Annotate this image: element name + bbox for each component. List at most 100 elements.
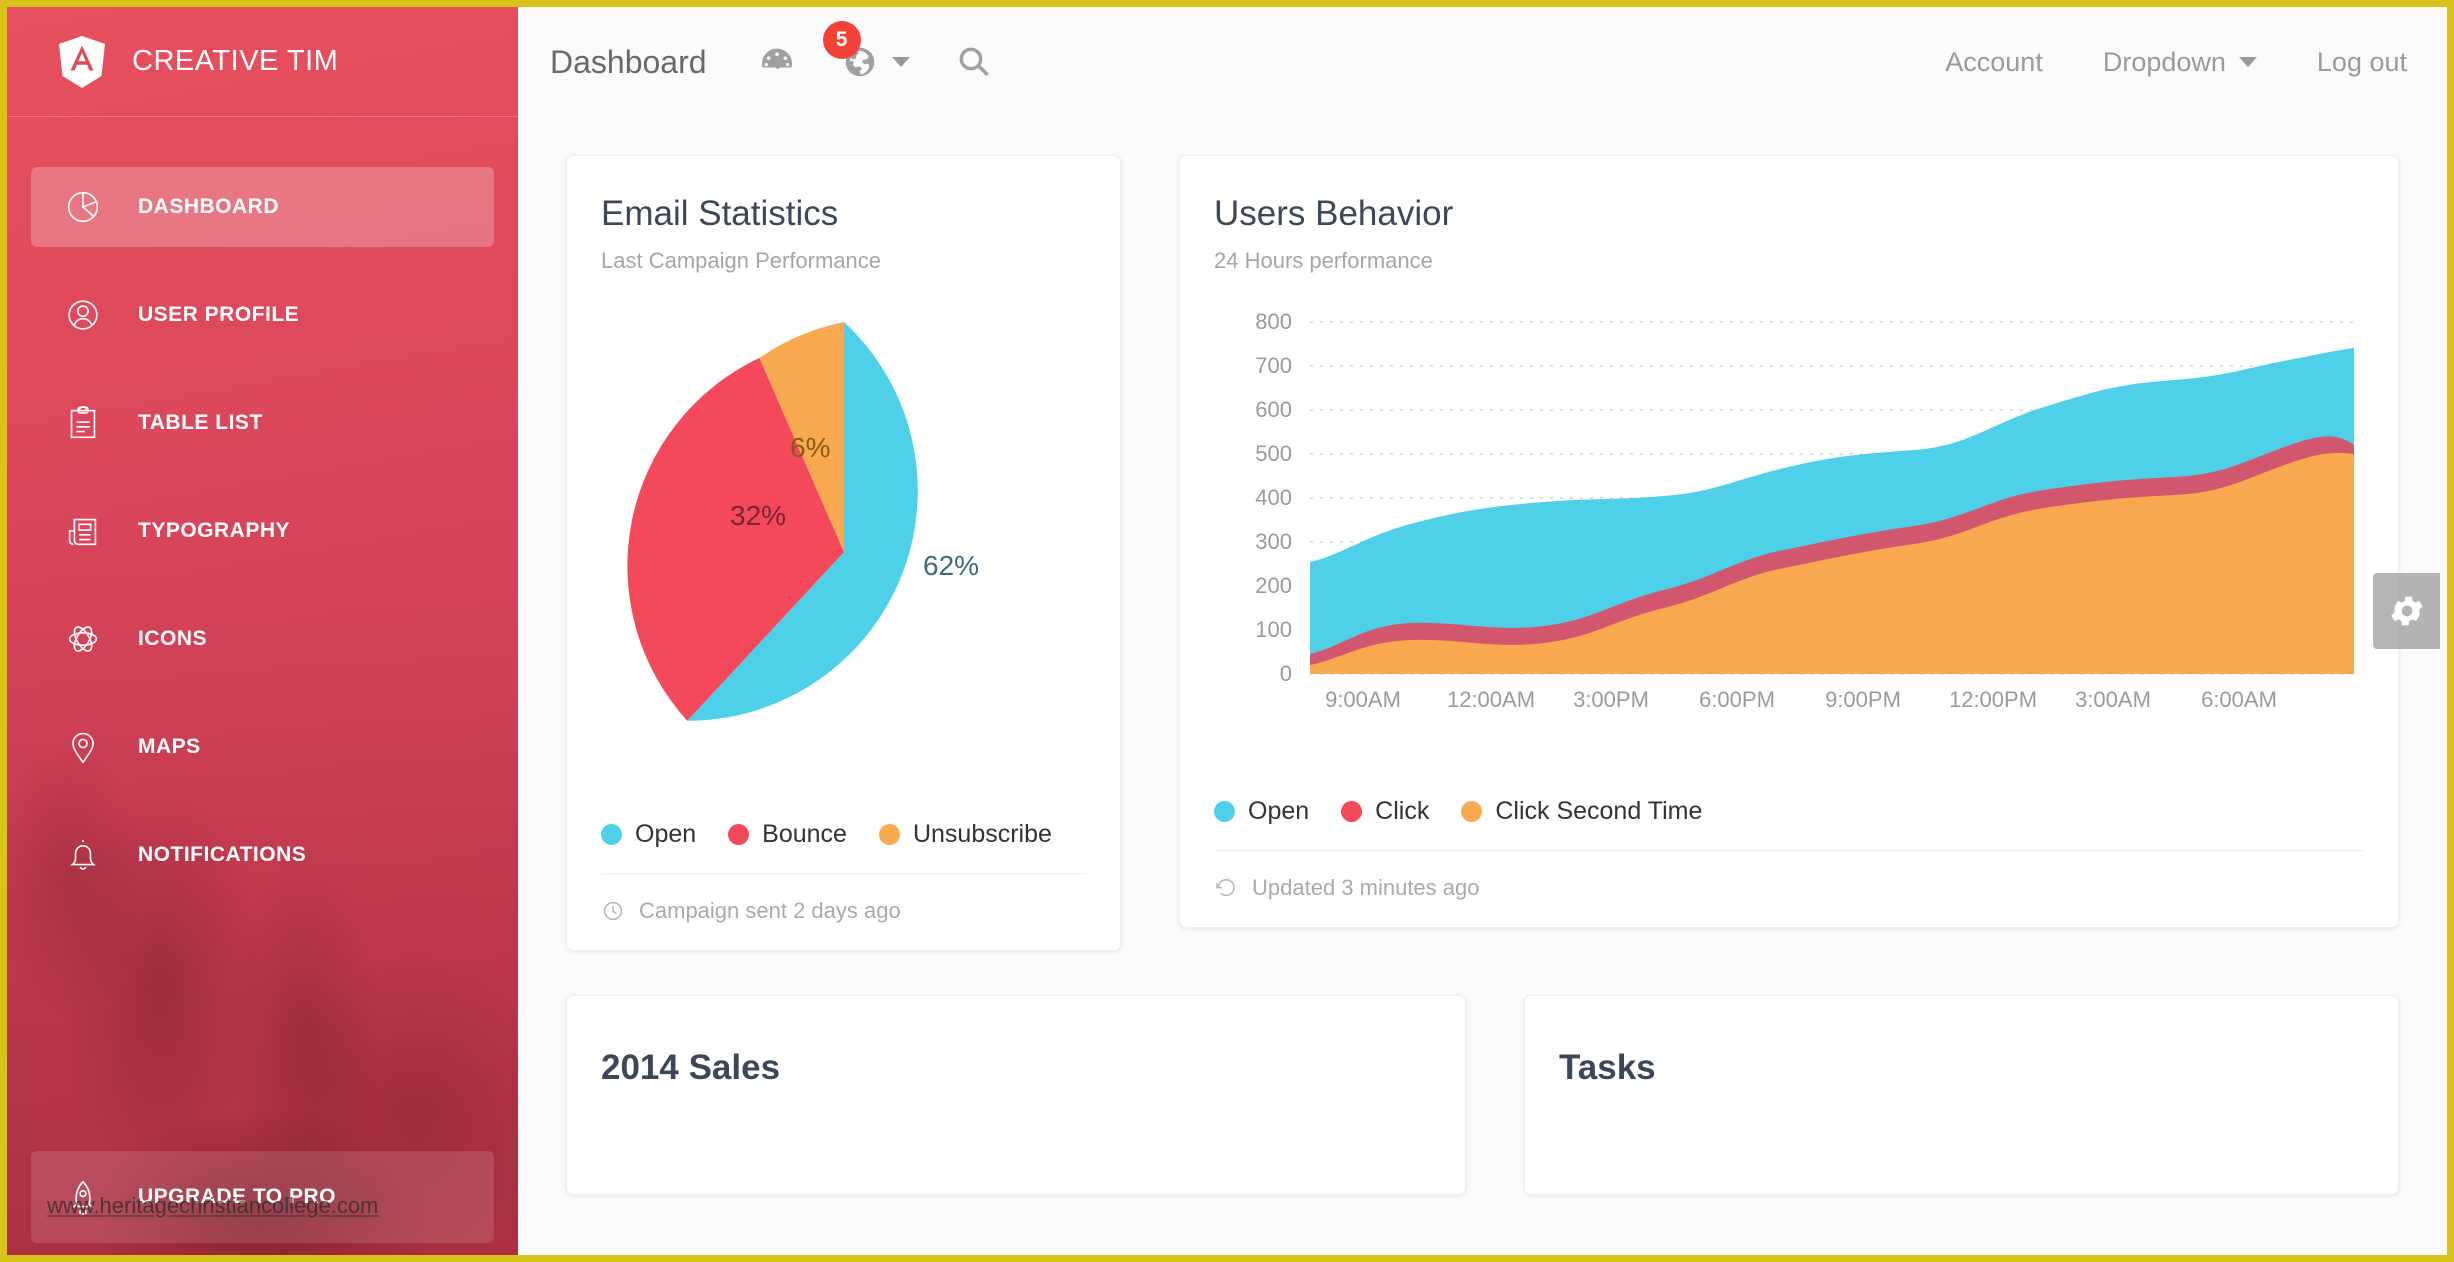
svg-text:800: 800 (1255, 309, 1292, 334)
legend-dot-icon (728, 824, 750, 845)
svg-text:600: 600 (1255, 397, 1292, 422)
legend-item[interactable]: Open (601, 820, 696, 849)
sidebar: CREATIVE TIM DASHBOARD USER PROFILE TABL… (7, 7, 518, 1255)
legend-dot-icon (1341, 801, 1363, 822)
svg-text:3:00AM: 3:00AM (2075, 687, 2151, 712)
main-content: Email Statistics Last Campaign Performan… (518, 117, 2447, 1255)
legend-item[interactable]: Bounce (728, 820, 847, 849)
legend-label: Click Second Time (1495, 797, 1703, 825)
gear-icon (2390, 596, 2423, 626)
chevron-down-icon (891, 57, 910, 67)
nav-link-account[interactable]: Account (1945, 47, 2043, 78)
brand-name: CREATIVE TIM (132, 45, 339, 77)
sidebar-item-notifications[interactable]: NOTIFICATIONS (31, 815, 494, 895)
notification-badge: 5 (822, 21, 861, 59)
sidebar-logo[interactable]: CREATIVE TIM (7, 7, 518, 117)
y-axis-ticks: 800 700 600 500 400 300 200 100 0 (1255, 309, 1292, 686)
app-window: CREATIVE TIM DASHBOARD USER PROFILE TABL… (0, 0, 2454, 1262)
angular-shield-icon (59, 35, 105, 88)
legend-label: Open (1248, 797, 1310, 825)
globe-notifications-icon[interactable]: 5 (822, 21, 910, 81)
sidebar-item-icons[interactable]: ICONS (31, 599, 494, 679)
behavior-card-footer: Updated 3 minutes ago (1214, 850, 2364, 927)
legend-label: Bounce (762, 820, 847, 848)
sales-card: 2014 Sales (566, 995, 1466, 1195)
email-statistics-card: Email Statistics Last Campaign Performan… (566, 155, 1121, 951)
legend-label: Open (635, 820, 697, 848)
search-icon[interactable] (954, 42, 994, 82)
svg-text:9:00AM: 9:00AM (1325, 687, 1401, 712)
newspaper-icon (61, 509, 105, 553)
navbar-icon-group: 5 (757, 21, 994, 82)
pie-chart: 62% 32% 6% (601, 274, 1086, 790)
chevron-down-icon (2238, 57, 2257, 67)
cards-row-bottom: 2014 Sales Tasks (566, 995, 2399, 1195)
svg-text:200: 200 (1255, 573, 1292, 598)
svg-text:100: 100 (1255, 617, 1292, 642)
clock-icon (603, 901, 623, 921)
user-circle-icon (61, 293, 105, 337)
tasks-card: Tasks (1524, 995, 2399, 1195)
nav-link-label: Log out (2316, 46, 2407, 77)
pie-label-open: 62% (923, 550, 979, 581)
svg-text:6:00AM: 6:00AM (2201, 687, 2277, 712)
navbar-links: Account Dropdown Log out (1945, 47, 2407, 78)
page-title: Dashboard (550, 43, 707, 80)
atom-icon (61, 617, 105, 661)
nav-link-label: Dropdown (2102, 46, 2226, 77)
sidebar-item-table-list[interactable]: TABLE LIST (31, 383, 494, 463)
area-chart: 800 700 600 500 400 300 200 100 0 9:00AM… (1214, 274, 2364, 767)
nav-link-label: Account (1945, 46, 2043, 77)
email-card-footer: Campaign sent 2 days ago (601, 873, 1086, 950)
svg-text:9:00PM: 9:00PM (1825, 687, 1901, 712)
behavior-legend: Open Click Click Second Time (1214, 797, 2364, 826)
sidebar-item-label: USER PROFILE (138, 303, 300, 326)
legend-item[interactable]: Open (1214, 797, 1309, 826)
email-legend: Open Bounce Unsubscribe (601, 820, 1086, 849)
behavior-footer-text: Updated 3 minutes ago (1252, 875, 1480, 900)
nav-link-dropdown[interactable]: Dropdown (2103, 47, 2257, 78)
nav-link-logout[interactable]: Log out (2317, 47, 2407, 78)
dashboard-gauge-icon[interactable] (757, 42, 797, 82)
svg-text:12:00PM: 12:00PM (1949, 687, 2037, 712)
sidebar-item-maps[interactable]: MAPS (31, 707, 494, 787)
top-navbar: Dashboard 5 Account Dropdown Log out (518, 7, 2447, 117)
legend-dot-icon (878, 824, 900, 845)
card-title: Email Statistics (601, 194, 839, 233)
legend-item[interactable]: Click Second Time (1461, 797, 1702, 826)
map-pin-icon (61, 725, 105, 769)
cards-row-top: Email Statistics Last Campaign Performan… (566, 155, 2399, 951)
watermark-text: www.heritagechristiancollege.com (47, 1193, 379, 1218)
card-subtitle: 24 Hours performance (1214, 248, 1433, 273)
sidebar-item-dashboard[interactable]: DASHBOARD (31, 167, 494, 247)
svg-text:6:00PM: 6:00PM (1699, 687, 1775, 712)
legend-dot-icon (601, 824, 622, 845)
card-title: Users Behavior (1214, 194, 1454, 233)
pie-label-unsubscribe: 6% (790, 432, 830, 463)
email-footer-text: Campaign sent 2 days ago (639, 898, 901, 923)
pie-chart-icon (61, 185, 105, 229)
svg-text:500: 500 (1255, 441, 1292, 466)
sidebar-item-label: TABLE LIST (138, 411, 263, 434)
sidebar-nav: DASHBOARD USER PROFILE TABLE LIST TYPOGR… (7, 167, 518, 895)
refresh-history-icon (1216, 879, 1235, 897)
clipboard-icon (61, 401, 105, 445)
settings-gear-button[interactable] (2373, 573, 2440, 649)
legend-dot-icon (1214, 801, 1235, 822)
svg-text:400: 400 (1255, 485, 1292, 510)
legend-label: Unsubscribe (912, 820, 1052, 848)
legend-label: Click (1375, 797, 1430, 825)
sidebar-item-label: TYPOGRAPHY (138, 519, 291, 542)
sidebar-item-typography[interactable]: TYPOGRAPHY (31, 491, 494, 571)
card-title: Tasks (1559, 1048, 1656, 1087)
legend-item[interactable]: Unsubscribe (878, 820, 1052, 849)
svg-text:300: 300 (1255, 529, 1292, 554)
card-title: 2014 Sales (601, 1048, 781, 1087)
svg-text:0: 0 (1280, 661, 1292, 686)
svg-text:12:00AM: 12:00AM (1447, 687, 1535, 712)
svg-text:700: 700 (1255, 353, 1292, 378)
card-subtitle: Last Campaign Performance (601, 248, 882, 273)
users-behavior-card: Users Behavior 24 Hours performance 800 … (1179, 155, 2399, 928)
legend-item[interactable]: Click (1341, 797, 1429, 826)
sidebar-item-user-profile[interactable]: USER PROFILE (31, 275, 494, 355)
